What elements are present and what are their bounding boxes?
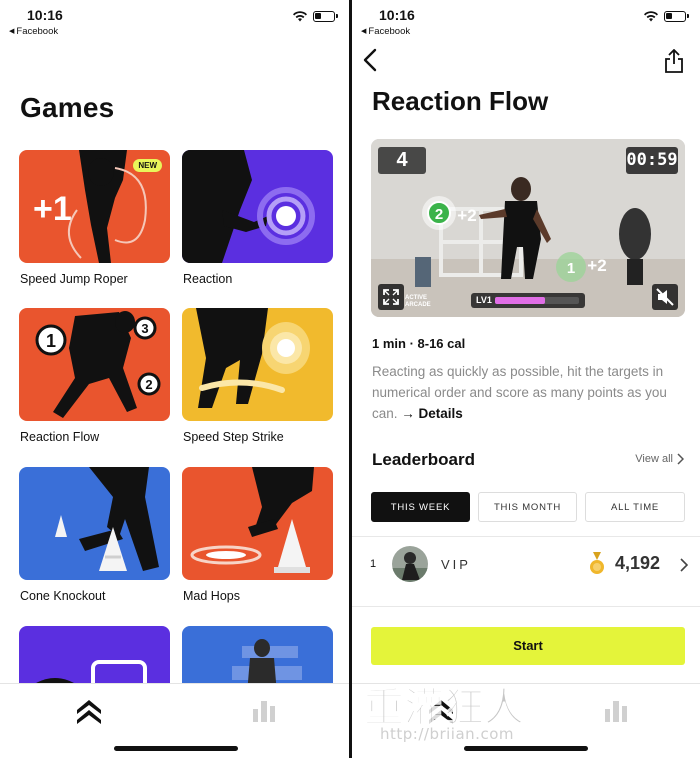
duration-calories: 1 min · 8-16 cal xyxy=(372,336,466,351)
game-description: Reacting as quickly as possible, hit the… xyxy=(372,361,687,424)
games-screen: 10:16 ◀ Facebook Games +1 NEW Speed Jump … xyxy=(0,0,349,758)
brand-logo-text: ACTIVE ARCADE xyxy=(405,295,431,308)
level-label: LV1 xyxy=(476,295,492,305)
target-number: 2 xyxy=(145,377,152,392)
view-all-link[interactable]: View all xyxy=(635,453,684,465)
tab-this-month[interactable]: THIS MONTH xyxy=(478,492,577,522)
game-thumbnail xyxy=(182,308,333,421)
home-indicator xyxy=(114,746,238,751)
double-chevron-up-icon[interactable] xyxy=(427,698,455,724)
game-card-reaction-flow[interactable]: 1 3 2 Reaction Flow xyxy=(19,308,170,444)
game-detail-screen: 10:16 ◀ Facebook Reaction Flow 2 +2 1 +2… xyxy=(352,0,700,758)
back-to-app-label: Facebook xyxy=(368,26,411,37)
game-card-speed-jump-roper[interactable]: +1 NEW Speed Jump Roper xyxy=(19,150,170,286)
video-target-number: 2 xyxy=(435,206,443,223)
plus-one-graphic: +1 xyxy=(33,190,72,228)
target-number: 1 xyxy=(46,331,56,351)
gold-medal-icon xyxy=(590,552,604,574)
video-target-points: +2 xyxy=(587,256,606,275)
battery-icon xyxy=(313,10,338,22)
status-icons xyxy=(292,10,338,22)
details-link[interactable]: → Details xyxy=(401,406,463,421)
game-thumbnail xyxy=(19,467,170,580)
new-badge: NEW xyxy=(133,159,162,172)
tab-bar xyxy=(0,683,349,758)
back-to-app-link[interactable]: ◀ Facebook xyxy=(9,26,58,37)
tab-bar xyxy=(352,683,700,758)
status-time: 10:16 xyxy=(379,7,415,23)
wifi-icon xyxy=(644,11,658,22)
status-icons xyxy=(643,10,689,22)
video-target-number: 1 xyxy=(567,260,575,277)
page-title: Games xyxy=(20,92,115,123)
game-card-label: Cone Knockout xyxy=(20,589,106,603)
score-display: 4 xyxy=(378,147,426,174)
avatar xyxy=(392,546,428,582)
chevron-right-icon xyxy=(680,558,688,572)
game-thumbnail: 1 3 2 xyxy=(19,308,170,421)
row-divider xyxy=(352,536,700,537)
game-thumbnail xyxy=(182,467,333,580)
level-progress: LV1 xyxy=(471,293,585,308)
battery-icon xyxy=(664,10,689,22)
back-to-app-link[interactable]: ◀ Facebook xyxy=(361,26,410,37)
game-card-speed-step-strike[interactable]: Speed Step Strike xyxy=(182,308,333,444)
double-chevron-up-icon[interactable] xyxy=(75,698,103,724)
player-score: 4,192 xyxy=(615,553,661,573)
game-card-label: Speed Jump Roper xyxy=(20,272,128,286)
page-title: Reaction Flow xyxy=(372,86,549,116)
tab-this-week[interactable]: THIS WEEK xyxy=(371,492,470,522)
game-thumbnail xyxy=(182,150,333,263)
target-number: 3 xyxy=(141,321,148,336)
chevron-right-icon xyxy=(677,453,684,465)
bar-chart-icon[interactable] xyxy=(604,700,628,722)
game-card-label: Mad Hops xyxy=(183,589,240,603)
tab-all-time[interactable]: ALL TIME xyxy=(585,492,685,522)
wifi-icon xyxy=(293,11,307,22)
player-name: VIP xyxy=(441,557,471,572)
timer-display: 00:59 xyxy=(626,147,678,174)
game-card-mad-hops[interactable]: Mad Hops xyxy=(182,467,333,603)
level-fill xyxy=(495,297,546,304)
home-indicator xyxy=(464,746,588,751)
game-card-label: Reaction xyxy=(183,272,233,286)
view-all-label: View all xyxy=(635,453,673,465)
mute-icon[interactable] xyxy=(652,284,678,310)
game-card-cone-knockout[interactable]: Cone Knockout xyxy=(19,467,170,603)
video-preview[interactable]: 2 +2 1 +2 4 00:59 ACTIVE ARCADE LV1 xyxy=(371,139,685,317)
game-card-label: Reaction Flow xyxy=(20,430,100,444)
share-icon[interactable] xyxy=(664,49,684,73)
leaderboard-period-tabs: THIS WEEK THIS MONTH ALL TIME xyxy=(371,492,685,522)
row-divider xyxy=(352,606,700,607)
leaderboard-title: Leaderboard xyxy=(372,450,475,469)
video-target-points: +2 xyxy=(457,206,476,225)
status-time: 10:16 xyxy=(27,7,63,23)
bar-chart-icon[interactable] xyxy=(252,700,276,722)
back-to-app-label: Facebook xyxy=(16,26,59,37)
game-thumbnail: +1 NEW xyxy=(19,150,170,263)
game-card-label: Speed Step Strike xyxy=(183,430,284,444)
start-button[interactable]: Start xyxy=(371,627,685,665)
chevron-left-icon[interactable] xyxy=(362,48,378,72)
game-card-reaction[interactable]: Reaction xyxy=(182,150,333,286)
level-track xyxy=(495,297,579,304)
rank-number: 1 xyxy=(370,558,377,570)
expand-icon[interactable] xyxy=(378,284,404,310)
